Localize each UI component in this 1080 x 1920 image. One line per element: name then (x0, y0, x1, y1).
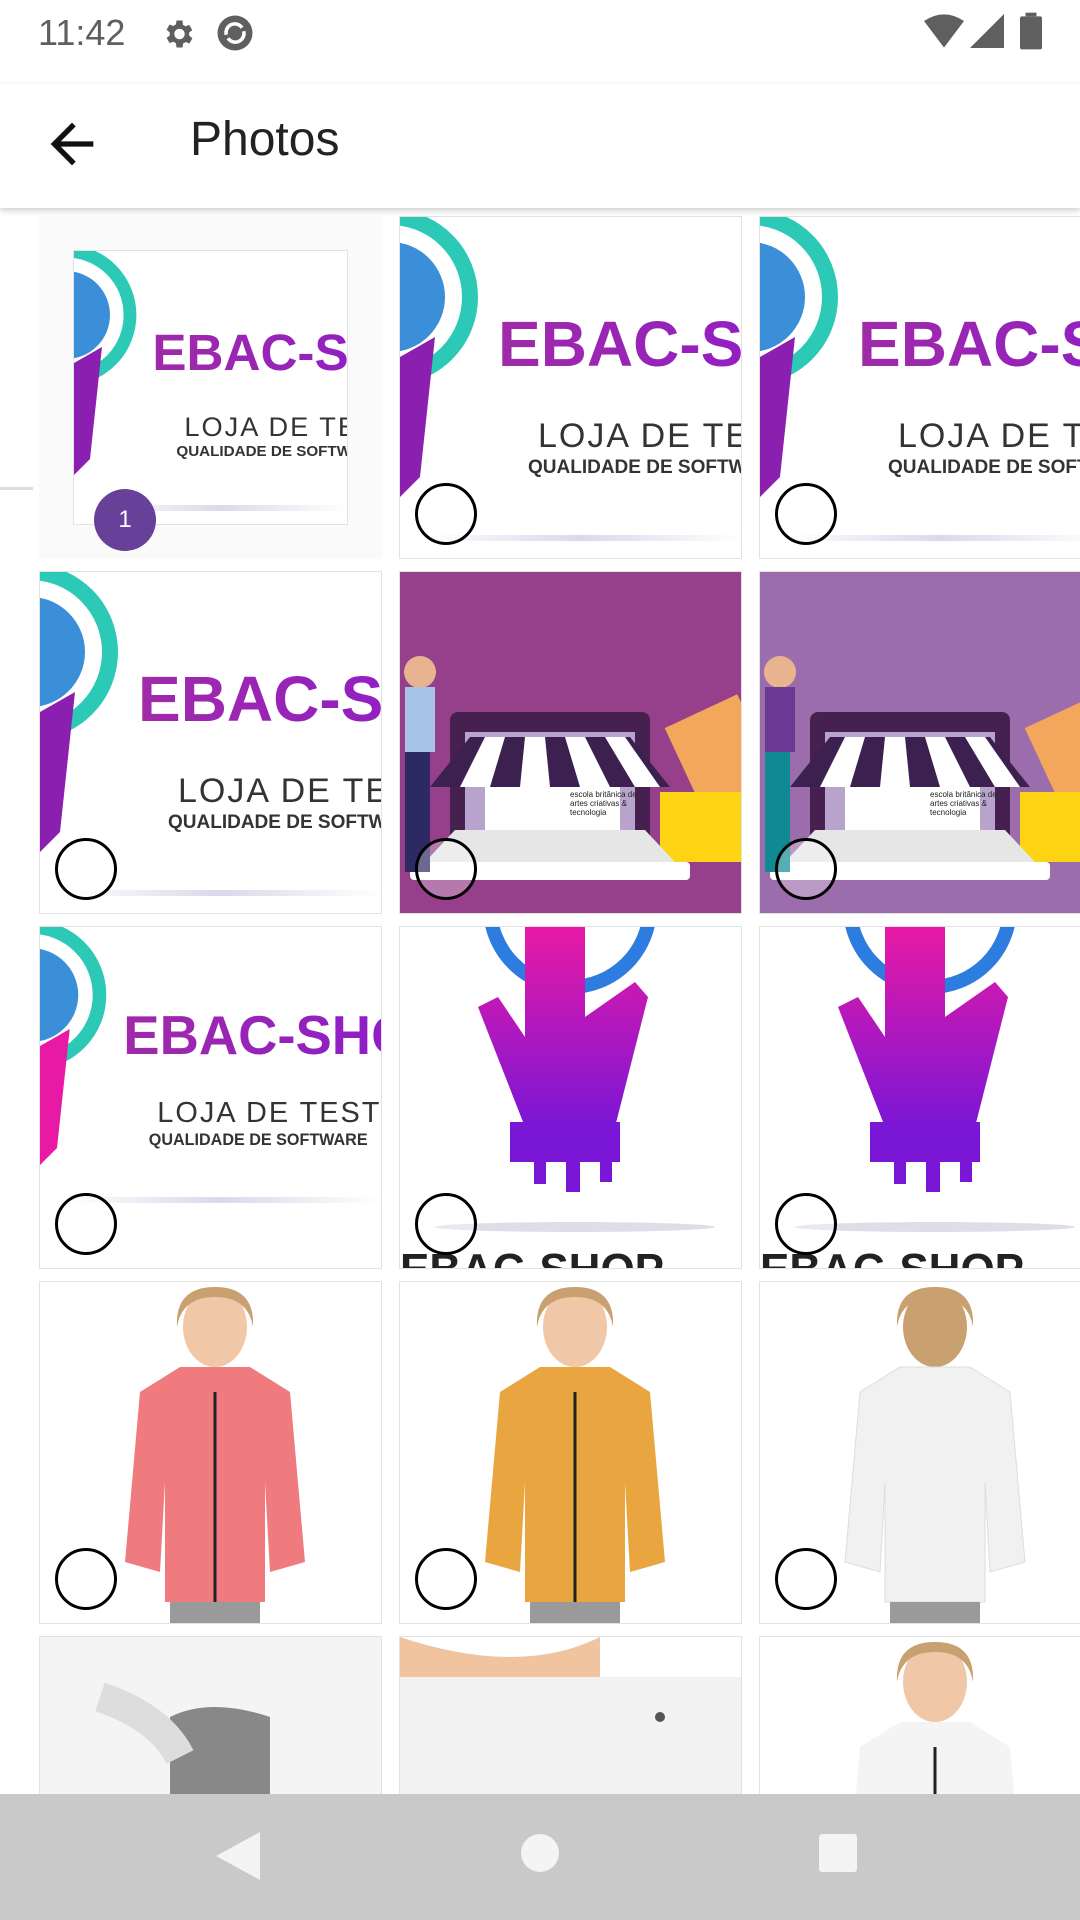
logo-graphic (74, 251, 137, 475)
logo-subtitle2-text: QUALIDADE DE SOFTWARE (176, 443, 347, 460)
select-checkbox[interactable] (55, 1193, 117, 1255)
back-triangle-icon[interactable] (216, 1832, 260, 1880)
closeup-photo (40, 1637, 381, 1794)
photo-tile[interactable]: EBAC-SHOP (759, 926, 1080, 1269)
logo-subtitle-text: LOJA DE TESTES (898, 417, 1080, 455)
select-checkbox[interactable] (415, 1193, 477, 1255)
wifi-icon (924, 14, 964, 48)
store-brand-text: escola britânica de artes criativas & te… (930, 790, 997, 817)
logo-subtitle-text: LOJA DE TESTES (184, 411, 347, 442)
select-checkbox[interactable] (775, 483, 837, 545)
select-checkbox[interactable] (415, 1548, 477, 1610)
photo-tile[interactable] (399, 1636, 742, 1794)
select-checkbox[interactable] (775, 1193, 837, 1255)
app-bar: Photos (0, 84, 1080, 208)
select-checkbox[interactable] (775, 838, 837, 900)
shadow (60, 890, 381, 896)
select-checkbox[interactable] (415, 483, 477, 545)
photo-tile[interactable]: EBAC-SHOP (399, 926, 742, 1269)
home-circle-icon[interactable] (519, 1832, 561, 1874)
status-time: 11:42 (38, 12, 126, 53)
photo-tile[interactable] (399, 1281, 742, 1624)
logo-title-text: EBAC-SHOP (858, 307, 1080, 381)
logo-title-text: EBAC-SHOP (152, 323, 347, 382)
select-checkbox[interactable] (775, 1548, 837, 1610)
photo-tile[interactable]: escola britânica de artes criativas & te… (759, 571, 1080, 914)
select-checkbox[interactable] (55, 1548, 117, 1610)
settings-icon (166, 20, 193, 48)
logo-title-text: EBAC-SHOP (123, 1004, 381, 1067)
divider (0, 487, 33, 490)
photo-tile[interactable]: EBAC-SHOP LOJA DE TESTES QUALIDADE DE SO… (39, 216, 382, 559)
logo-subtitle-text: LOJA DE TESTES (178, 772, 381, 810)
logo-title-text: EBAC-SHOP (138, 662, 381, 736)
logo-subtitle2-text: QUALIDADE DE SOFTWARE (168, 812, 381, 833)
photo-tile[interactable]: escola britânica de artes criativas & te… (399, 571, 742, 914)
photo-tile[interactable]: EBAC-SHOP LOJA DE TESTES QUALIDADE DE SO… (399, 216, 742, 559)
select-checkbox[interactable] (55, 838, 117, 900)
status-bar: 11:42 (0, 0, 1080, 84)
store-brand-text: escola britânica de artes criativas & te… (570, 790, 637, 817)
select-checkbox[interactable] (415, 838, 477, 900)
battery-icon (1020, 12, 1042, 50)
page-title: Photos (190, 113, 340, 166)
logo-subtitle2-text: QUALIDADE DE SOFTWARE (148, 1131, 368, 1149)
photo-tile[interactable]: EBAC-SHOP LOJA DE TESTES QUALIDADE DE SO… (759, 216, 1080, 559)
photo-tile[interactable]: EBAC-SHOP LOJA DE TESTES QUALIDADE DE SO… (39, 926, 382, 1269)
logo-subtitle-text: LOJA DE TESTES (157, 1097, 382, 1129)
closeup-photo (400, 1637, 741, 1794)
photo-tile[interactable]: EBAC-SHOP LOJA DE TESTES QUALIDADE DE SO… (39, 571, 382, 914)
navigation-bar (0, 1794, 1080, 1920)
photo-tile[interactable] (759, 1281, 1080, 1624)
logo-subtitle-text: LOJA DE TESTES (538, 417, 741, 455)
recents-square-icon[interactable] (817, 1832, 859, 1874)
signal-icon (970, 14, 1004, 48)
jacket-photo (855, 1642, 1015, 1794)
logo-title-text: EBAC-SHOP (498, 307, 741, 381)
arrow-back-icon[interactable] (40, 112, 104, 176)
photo-tile[interactable] (39, 1636, 382, 1794)
logo-subtitle2-text: QUALIDADE DE SOFTWARE (528, 457, 741, 478)
photo-grid[interactable]: EBAC-SHOP LOJA DE TESTES QUALIDADE DE SO… (0, 208, 1080, 1794)
photo-tile[interactable] (39, 1281, 382, 1624)
logo-subtitle2-text: QUALIDADE DE SOFTWARE (888, 457, 1080, 478)
shadow (420, 535, 741, 541)
photo-tile[interactable] (759, 1636, 1080, 1794)
sync-icon (217, 15, 253, 51)
selection-count-badge[interactable]: 1 (94, 489, 156, 551)
